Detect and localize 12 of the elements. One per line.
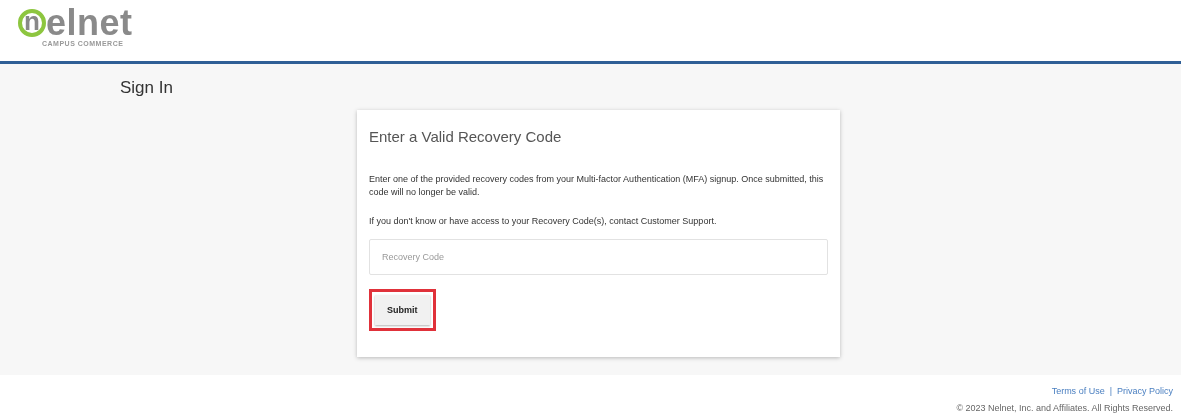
footer-link[interactable]: Terms of Use	[1051, 386, 1105, 396]
logo-wordmark: elnet	[46, 5, 133, 41]
link-separator: |	[1109, 386, 1112, 396]
page-title: Sign In	[120, 78, 173, 98]
copyright-text: © 2023 Nelnet, Inc. and Affiliates. All Rights Reserved.	[956, 403, 1173, 413]
instruction-text: Enter one of the provided recovery codes from your Multi-factor Authentication (MFA) signup. Once submitted, this code will no longer be valid.	[369, 173, 825, 200]
footer-link[interactable]: Privacy Policy	[1117, 386, 1173, 396]
logo-mark: n	[18, 9, 46, 37]
card-title: Enter a Valid Recovery Code	[369, 128, 563, 145]
submit-button[interactable]: Submit	[375, 295, 430, 326]
instruction-text: If you don't know or have access to your Recovery Code(s), contact Customer Support.	[369, 215, 718, 229]
recovery-code-field[interactable]: Recovery Code	[369, 239, 828, 276]
